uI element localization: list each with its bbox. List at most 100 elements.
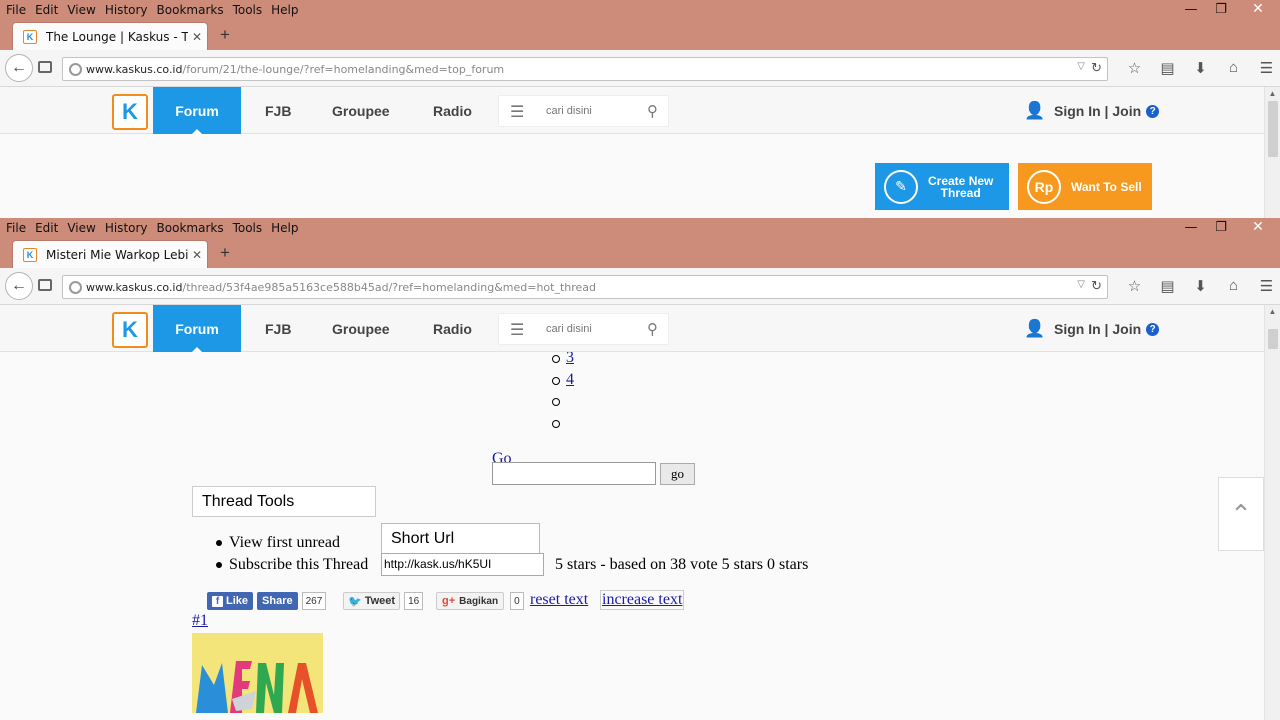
search-icon[interactable]: ⚲ — [647, 102, 658, 120]
menu-help[interactable]: Help — [271, 3, 298, 17]
nav-fjb[interactable]: FJB — [265, 87, 291, 134]
sign-in-area[interactable]: 👤 Sign In | Join ? — [1024, 101, 1160, 121]
nav-groupee[interactable]: Groupee — [332, 305, 390, 352]
browser-tab[interactable]: K The Lounge | Kaskus - The ... ✕ — [12, 22, 208, 50]
sign-in-link[interactable]: Sign In | Join — [1054, 321, 1141, 337]
menu-bookmarks[interactable]: Bookmarks — [157, 221, 224, 235]
increase-text-link[interactable]: increase text — [600, 590, 685, 610]
post-thumbnail-image — [192, 633, 323, 713]
close-window-button[interactable]: ✕ — [1236, 0, 1280, 19]
menu-bookmarks[interactable]: Bookmarks — [157, 3, 224, 17]
help-icon[interactable]: ? — [1146, 104, 1160, 118]
rating-text: 5 stars - based on 38 vote 5 stars 0 sta… — [555, 556, 809, 573]
nav-groupee[interactable]: Groupee — [332, 87, 390, 134]
facebook-like-button[interactable]: f Like — [207, 592, 254, 610]
back-button[interactable]: ← — [5, 272, 33, 300]
tab-close-icon[interactable]: ✕ — [192, 248, 202, 262]
menu-help[interactable]: Help — [271, 221, 298, 235]
scroll-up-icon[interactable]: ▲ — [1265, 305, 1280, 319]
restore-button[interactable]: ❐ — [1206, 218, 1236, 237]
scrollbar-thumb[interactable] — [1268, 101, 1278, 157]
post-number-link[interactable]: #1 — [192, 612, 208, 630]
list-icon[interactable]: ☰ — [510, 320, 524, 340]
back-button[interactable]: ← — [5, 54, 33, 82]
browser-tab[interactable]: K Misteri Mie Warkop Lebih ... ✕ — [12, 240, 208, 268]
menu-view[interactable]: View — [67, 221, 95, 235]
scrollbar-thumb[interactable] — [1268, 329, 1278, 349]
url-dropdown-icon[interactable]: ▽ — [1077, 61, 1085, 72]
view-first-unread-link[interactable]: View first unread — [229, 534, 340, 552]
tweet-button[interactable]: 🐦 Tweet — [343, 592, 401, 610]
sidebar-panel-icon[interactable] — [38, 279, 52, 291]
search-icon[interactable]: ⚲ — [647, 320, 658, 338]
list-icon[interactable]: ☰ — [510, 102, 524, 122]
list-bullet — [552, 398, 560, 406]
url-dropdown-icon[interactable]: ▽ — [1077, 279, 1085, 290]
page-scrollbar[interactable]: ▲ — [1264, 305, 1280, 720]
reset-text-link[interactable]: reset text — [530, 591, 588, 609]
back-to-top-button[interactable]: ⌃ — [1218, 477, 1264, 551]
close-window-button[interactable]: ✕ — [1236, 218, 1280, 237]
home-icon[interactable]: ⌂ — [1217, 277, 1250, 295]
nav-radio[interactable]: Radio — [433, 87, 472, 134]
page-number-input[interactable] — [492, 462, 656, 485]
bagikan-button[interactable]: g+ Bagikan — [436, 592, 505, 610]
menu-tools[interactable]: Tools — [233, 221, 263, 235]
reload-icon[interactable]: ↻ — [1091, 60, 1102, 76]
new-tab-button[interactable]: + — [220, 25, 230, 45]
site-search-box[interactable]: ☰ cari disini ⚲ — [498, 95, 669, 127]
url-bar[interactable]: www.kaskus.co.id/thread/53f4ae985a5163ce… — [62, 275, 1108, 299]
bookmark-star-icon[interactable]: ☆ — [1118, 277, 1151, 295]
minimize-button[interactable]: — — [1176, 218, 1206, 237]
bookmark-star-icon[interactable]: ☆ — [1118, 59, 1151, 77]
nav-radio[interactable]: Radio — [433, 305, 472, 352]
tab-close-icon[interactable]: ✕ — [192, 30, 202, 44]
nav-forum[interactable]: Forum — [153, 87, 241, 134]
download-icon[interactable]: ⬇ — [1184, 59, 1217, 77]
menu-tools[interactable]: Tools — [233, 3, 263, 17]
menu-edit[interactable]: Edit — [35, 3, 58, 17]
home-icon[interactable]: ⌂ — [1217, 59, 1250, 77]
reading-list-icon[interactable]: ▤ — [1151, 59, 1184, 77]
menu-history[interactable]: History — [105, 221, 148, 235]
subscribe-thread-link[interactable]: Subscribe this Thread — [229, 556, 368, 574]
restore-button[interactable]: ❐ — [1206, 0, 1236, 19]
reload-icon[interactable]: ↻ — [1091, 278, 1102, 294]
list-bullet — [216, 540, 222, 546]
nav-fjb[interactable]: FJB — [265, 305, 291, 352]
nav-forum[interactable]: Forum — [153, 305, 241, 352]
short-url-input[interactable]: http://kask.us/hK5UI — [381, 553, 544, 576]
page-link-4[interactable]: 4 — [566, 371, 574, 389]
kaskus-favicon-icon: K — [23, 29, 37, 44]
url-bar[interactable]: www.kaskus.co.id/forum/21/the-lounge/?re… — [62, 57, 1108, 81]
menu-view[interactable]: View — [67, 3, 95, 17]
minimize-button[interactable]: — — [1176, 0, 1206, 19]
go-button[interactable]: go — [660, 463, 695, 485]
menu-edit[interactable]: Edit — [35, 221, 58, 235]
search-input[interactable]: cari disini — [546, 323, 592, 335]
hamburger-menu-icon[interactable]: ☰ — [1250, 59, 1280, 77]
scroll-up-icon[interactable]: ▲ — [1265, 87, 1280, 101]
facebook-share-button[interactable]: Share — [257, 592, 298, 610]
url-text: www.kaskus.co.id/forum/21/the-lounge/?re… — [86, 62, 505, 76]
menu-file[interactable]: File — [6, 3, 26, 17]
reading-list-icon[interactable]: ▤ — [1151, 277, 1184, 295]
kaskus-logo[interactable]: K — [112, 94, 148, 130]
want-to-sell-button[interactable]: Rp Want To Sell — [1018, 163, 1152, 210]
thread-tools-dropdown[interactable]: Thread Tools — [192, 486, 376, 517]
bagikan-count: 0 — [510, 592, 524, 610]
help-icon[interactable]: ? — [1146, 322, 1160, 336]
page-scrollbar[interactable]: ▲ — [1264, 87, 1280, 218]
menu-file[interactable]: File — [6, 221, 26, 235]
create-new-thread-button[interactable]: ✎ Create New Thread — [875, 163, 1009, 210]
hamburger-menu-icon[interactable]: ☰ — [1250, 277, 1280, 295]
menu-history[interactable]: History — [105, 3, 148, 17]
new-tab-button[interactable]: + — [220, 243, 230, 263]
kaskus-logo[interactable]: K — [112, 312, 148, 348]
sign-in-area[interactable]: 👤 Sign In | Join ? — [1024, 319, 1160, 339]
sign-in-link[interactable]: Sign In | Join — [1054, 103, 1141, 119]
download-icon[interactable]: ⬇ — [1184, 277, 1217, 295]
sidebar-panel-icon[interactable] — [38, 61, 52, 73]
search-input[interactable]: cari disini — [546, 105, 592, 117]
site-search-box[interactable]: ☰ cari disini ⚲ — [498, 313, 669, 345]
